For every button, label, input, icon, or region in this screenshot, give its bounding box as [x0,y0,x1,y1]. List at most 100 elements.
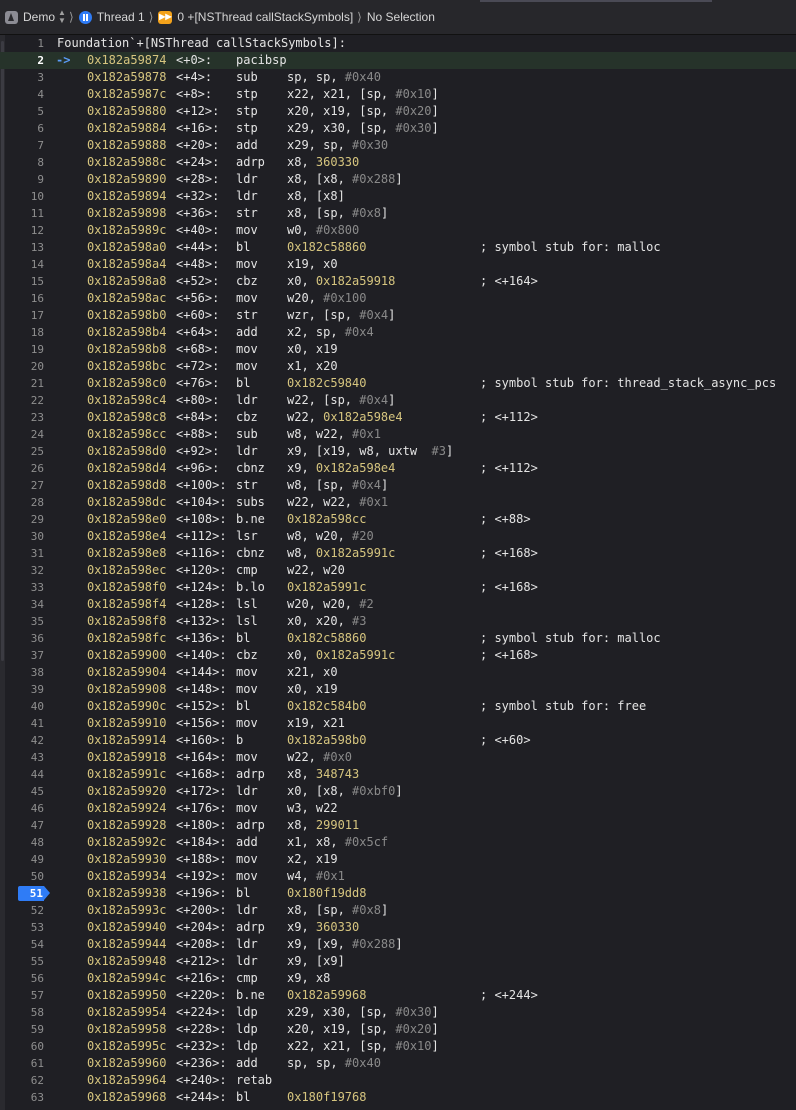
disassembly-line[interactable]: 1 Foundation`+[NSThread callStackSymbols]… [0,35,796,52]
disassembly-line[interactable]: 49 0x182a59930 <+188>: mov x2, x19 [0,851,796,868]
line-number[interactable]: 22 [0,392,44,409]
line-number[interactable]: 4 [0,86,44,103]
line-number[interactable]: 59 [0,1021,44,1038]
disassembly-line[interactable]: 33 0x182a598f0 <+124>: b.lo 0x182a5991c ; <+1… [0,579,796,596]
disassembly-line[interactable]: 45 0x182a59920 <+172>: ldr x0, [x8, #0xbf0] [0,783,796,800]
disassembly-line[interactable]: 41 0x182a59910 <+156>: mov x19, x21 [0,715,796,732]
disassembly-line[interactable]: 13 0x182a598a0 <+44>: bl 0x182c58860 ; symbol… [0,239,796,256]
disassembly-line[interactable]: 21 0x182a598c0 <+76>: bl 0x182c59840 ; symbol… [0,375,796,392]
line-number[interactable]: 31 [0,545,44,562]
line-number[interactable]: 12 [0,222,44,239]
line-number[interactable]: 48 [0,834,44,851]
line-number[interactable]: 46 [0,800,44,817]
disassembly-line[interactable]: 26 0x182a598d4 <+96>: cbnz x9, 0x182a598e4 ; … [0,460,796,477]
breadcrumb-frame[interactable]: ▶▶ 0 +[NSThread callStackSymbols] [158,10,353,24]
disassembly-line[interactable]: 6 0x182a59884 <+16>: stp x29, x30, [sp, #0x3… [0,120,796,137]
disassembly-line[interactable]: 10 0x182a59894 <+32>: ldr x8, [x8] [0,188,796,205]
line-number[interactable]: 40 [0,698,44,715]
line-number[interactable]: 60 [0,1038,44,1055]
line-number[interactable]: 47 [0,817,44,834]
disassembly-line[interactable]: 4 0x182a5987c <+8>: stp x22, x21, [sp, #0x10… [0,86,796,103]
line-number[interactable]: 28 [0,494,44,511]
disassembly-line[interactable]: 39 0x182a59908 <+148>: mov x0, x19 [0,681,796,698]
line-number[interactable]: 5 [0,103,44,120]
line-number[interactable]: 20 [0,358,44,375]
line-number[interactable]: 25 [0,443,44,460]
line-number[interactable]: 17 [0,307,44,324]
disassembly-line[interactable]: 24 0x182a598cc <+88>: sub w8, w22, #0x1 [0,426,796,443]
breadcrumb-thread[interactable]: Thread 1 [78,10,145,24]
line-number[interactable]: 7 [0,137,44,154]
line-number[interactable]: 35 [0,613,44,630]
disassembly-line[interactable]: 5 0x182a59880 <+12>: stp x20, x19, [sp, #0x2… [0,103,796,120]
line-number[interactable]: 49 [0,851,44,868]
line-number[interactable]: 61 [0,1055,44,1072]
disassembly-line[interactable]: 18 0x182a598b4 <+64>: add x2, sp, #0x4 [0,324,796,341]
disassembly-line[interactable]: 59 0x182a59958 <+228>: ldp x20, x19, [sp, #0… [0,1021,796,1038]
line-number[interactable]: 38 [0,664,44,681]
disassembly-line[interactable]: 60 0x182a5995c <+232>: ldp x22, x21, [sp, #0… [0,1038,796,1055]
disassembly-line[interactable]: 43 0x182a59918 <+164>: mov w22, #0x0 [0,749,796,766]
disassembly-line[interactable]: 7 0x182a59888 <+20>: add x29, sp, #0x30 [0,137,796,154]
line-number[interactable]: 8 [0,154,44,171]
line-number[interactable]: 50 [0,868,44,885]
disassembly-line[interactable]: 25 0x182a598d0 <+92>: ldr x9, [x19, w8, uxtw… [0,443,796,460]
disassembly-line[interactable]: 27 0x182a598d8 <+100>: str w8, [sp, #0x4] [0,477,796,494]
line-number[interactable]: 13 [0,239,44,256]
line-number[interactable]: 42 [0,732,44,749]
line-number[interactable]: 29 [0,511,44,528]
breadcrumb-selection[interactable]: No Selection [367,10,435,24]
disassembly-view[interactable]: 1 Foundation`+[NSThread callStackSymbols]… [0,35,796,1110]
line-number[interactable]: 23 [0,409,44,426]
line-number[interactable]: 55 [0,953,44,970]
line-number[interactable]: 6 [0,120,44,137]
line-number[interactable]: 32 [0,562,44,579]
line-number[interactable]: 36 [0,630,44,647]
disassembly-line[interactable]: 63 0x182a59968 <+244>: bl 0x180f19768 [0,1089,796,1106]
line-number[interactable]: 43 [0,749,44,766]
line-number[interactable]: 2 [0,52,44,69]
line-number[interactable]: 15 [0,273,44,290]
disassembly-line[interactable]: 19 0x182a598b8 <+68>: mov x0, x19 [0,341,796,358]
line-number[interactable]: 45 [0,783,44,800]
disassembly-line[interactable]: 29 0x182a598e0 <+108>: b.ne 0x182a598cc ; <+8… [0,511,796,528]
disassembly-line[interactable]: 35 0x182a598f8 <+132>: lsl x0, x20, #3 [0,613,796,630]
disassembly-line[interactable]: 53 0x182a59940 <+204>: adrp x9, 360330 [0,919,796,936]
line-number[interactable]: 63 [0,1089,44,1106]
disassembly-line[interactable]: 28 0x182a598dc <+104>: subs w22, w22, #0x1 [0,494,796,511]
line-number[interactable]: 11 [0,205,44,222]
line-number[interactable]: 54 [0,936,44,953]
line-number[interactable]: 21 [0,375,44,392]
line-number[interactable]: 18 [0,324,44,341]
disassembly-line[interactable]: 17 0x182a598b0 <+60>: str wzr, [sp, #0x4] [0,307,796,324]
line-number[interactable]: 41 [0,715,44,732]
disassembly-line[interactable]: 42 0x182a59914 <+160>: b 0x182a598b0 ; <+60> [0,732,796,749]
line-number[interactable]: 39 [0,681,44,698]
line-number[interactable]: 52 [0,902,44,919]
line-number[interactable]: 57 [0,987,44,1004]
line-number[interactable]: 37 [0,647,44,664]
disassembly-line[interactable]: 9 0x182a59890 <+28>: ldr x8, [x8, #0x288] [0,171,796,188]
breadcrumb-scheme[interactable]: Demo ▲ ▼ [5,9,66,25]
disassembly-line[interactable]: 48 0x182a5992c <+184>: add x1, x8, #0x5cf [0,834,796,851]
disassembly-line[interactable]: 36 0x182a598fc <+136>: bl 0x182c58860 ; symbo… [0,630,796,647]
line-number[interactable]: 1 [0,35,44,52]
line-number[interactable]: 16 [0,290,44,307]
line-number[interactable]: 62 [0,1072,44,1089]
disassembly-line[interactable]: 56 0x182a5994c <+216>: cmp x9, x8 [0,970,796,987]
disassembly-line[interactable]: 23 0x182a598c8 <+84>: cbz w22, 0x182a598e4 ; … [0,409,796,426]
disassembly-line[interactable]: 3 0x182a59878 <+4>: sub sp, sp, #0x40 [0,69,796,86]
line-number[interactable]: 9 [0,171,44,188]
line-number[interactable]: 24 [0,426,44,443]
disassembly-line[interactable]: 22 0x182a598c4 <+80>: ldr w22, [sp, #0x4] [0,392,796,409]
disassembly-line[interactable]: 12 0x182a5989c <+40>: mov w0, #0x800 [0,222,796,239]
disassembly-line[interactable]: 54 0x182a59944 <+208>: ldr x9, [x9, #0x288] [0,936,796,953]
line-number[interactable]: 56 [0,970,44,987]
disassembly-line[interactable]: 46 0x182a59924 <+176>: mov w3, w22 [0,800,796,817]
disassembly-line[interactable]: 61 0x182a59960 <+236>: add sp, sp, #0x40 [0,1055,796,1072]
disassembly-line[interactable]: 38 0x182a59904 <+144>: mov x21, x0 [0,664,796,681]
line-number[interactable]: 33 [0,579,44,596]
disassembly-line[interactable]: 47 0x182a59928 <+180>: adrp x8, 299011 [0,817,796,834]
disassembly-line[interactable]: 34 0x182a598f4 <+128>: lsl w20, w20, #2 [0,596,796,613]
line-number[interactable]: 27 [0,477,44,494]
